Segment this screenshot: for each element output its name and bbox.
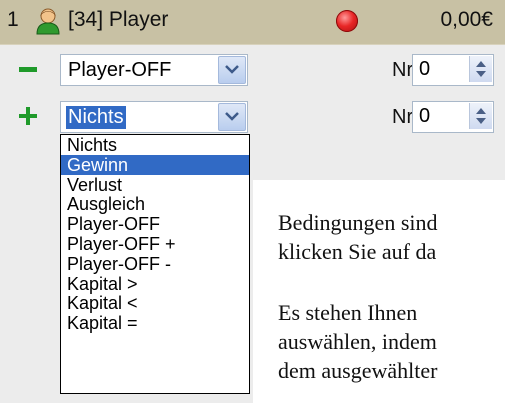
chevron-down-icon <box>225 65 239 74</box>
dropdown-option[interactable]: Nichts <box>61 135 249 155</box>
stepper-up-icon[interactable] <box>476 108 486 114</box>
condition-dropdown-list[interactable]: Nichts Gewinn Verlust Ausgleich Player-O… <box>60 134 250 394</box>
help-document-text: Bedingungen sind klicken Sie auf da Es s… <box>253 180 505 403</box>
dropdown-button[interactable] <box>218 56 246 84</box>
doc-line: Bedingungen sind <box>278 210 438 235</box>
dropdown-option[interactable]: Player-OFF - <box>61 254 249 274</box>
dropdown-option[interactable]: Kapital < <box>61 293 249 313</box>
stepper-buttons[interactable] <box>469 56 492 82</box>
condition-row: Nichts Nr. 0 <box>0 97 505 135</box>
doc-line: Es stehen Ihnen <box>278 300 418 325</box>
dropdown-option[interactable]: Player-OFF <box>61 214 249 234</box>
minus-icon[interactable] <box>17 58 39 80</box>
plus-icon[interactable] <box>17 105 39 127</box>
doc-line: klicken Sie auf da <box>278 239 437 264</box>
nr-value: 0 <box>419 58 431 80</box>
dropdown-option[interactable]: Player-OFF + <box>61 234 249 254</box>
dropdown-option[interactable]: Kapital > <box>61 274 249 294</box>
doc-line: auswählen, indem <box>278 329 437 354</box>
chevron-down-icon <box>225 112 239 121</box>
stepper-buttons[interactable] <box>469 103 492 129</box>
player-avatar-icon <box>36 8 60 35</box>
player-name: [34] Player <box>68 8 169 31</box>
player-header[interactable]: 1 [34] Player 0,00€ <box>0 0 505 45</box>
dropdown-button[interactable] <box>218 103 246 131</box>
stepper-down-icon[interactable] <box>476 118 486 124</box>
dropdown-option[interactable]: Verlust <box>61 175 249 195</box>
dropdown-option[interactable]: Ausgleich <box>61 194 249 214</box>
condition-row: Player-OFF Nr. 0 <box>0 50 505 88</box>
status-red-icon <box>336 10 358 32</box>
nr-stepper[interactable]: 0 <box>412 54 494 86</box>
stepper-down-icon[interactable] <box>476 71 486 77</box>
condition-select[interactable]: Player-OFF <box>60 54 248 86</box>
stepper-up-icon[interactable] <box>476 61 486 67</box>
player-amount: 0,00€ <box>440 8 493 31</box>
player-index: 1 <box>7 8 19 31</box>
dropdown-option[interactable]: Gewinn <box>61 154 249 175</box>
doc-line: dem ausgewählter <box>278 358 438 383</box>
dropdown-option[interactable]: Kapital = <box>61 313 249 333</box>
nr-stepper[interactable]: 0 <box>412 101 494 133</box>
nr-value: 0 <box>419 105 431 127</box>
condition-select-value: Nichts <box>66 106 126 129</box>
condition-select-value: Player-OFF <box>68 59 172 81</box>
condition-select[interactable]: Nichts <box>60 101 248 133</box>
